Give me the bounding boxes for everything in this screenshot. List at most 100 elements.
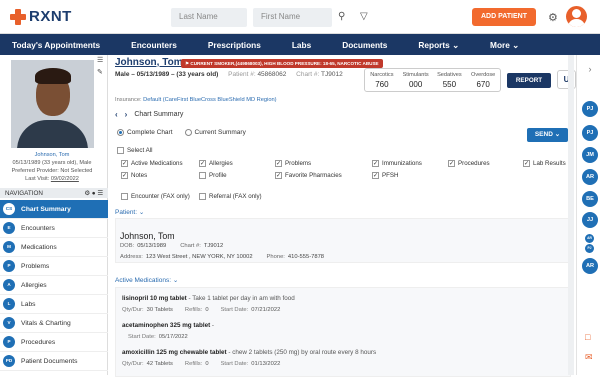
search-icon[interactable]: ⚲ xyxy=(338,11,345,22)
check-procedures[interactable]: ✓ Procedures xyxy=(448,160,490,167)
patient-alert-badge: ⚑ CURRENT SMOKER,(449868003), HIGH BLOOD… xyxy=(181,59,383,68)
nav-item-allergies[interactable]: A Allergies xyxy=(0,276,108,295)
nav-item-encounters[interactable]: E Encounters xyxy=(0,219,108,238)
patient-name-caption[interactable]: Johnson, Tom xyxy=(0,151,104,159)
nav-item-problems[interactable]: P Problems xyxy=(0,257,108,276)
rail-avatar-ar[interactable]: AR xyxy=(582,169,598,185)
nav-more[interactable]: More ⌄ xyxy=(490,40,519,50)
cross-logo-icon xyxy=(10,8,26,25)
med-item-acetaminophen-details: Start Date: 05/17/2022 xyxy=(128,334,188,340)
chart-summary-title: Chart Summary xyxy=(134,111,184,118)
nav-prescriptions[interactable]: Prescriptions xyxy=(208,40,261,50)
nav-encounters[interactable]: Encounters xyxy=(131,40,177,50)
nav-item-patient-documents[interactable]: PD Patient Documents xyxy=(0,352,108,371)
active-medications-toggle[interactable]: Active Medications: ⌄ xyxy=(115,276,178,284)
add-patient-button[interactable]: ADD PATIENT xyxy=(472,8,536,26)
last-name-input[interactable]: Last Name xyxy=(171,8,247,27)
med-item-amoxicillin: amoxicillin 125 mg chewable tablet - che… xyxy=(122,349,377,356)
chart-summary-header: ‹ › Chart Summary xyxy=(115,110,183,119)
check-notes[interactable]: ✓ Notes xyxy=(121,172,147,179)
patient-card-name: Johnson, Tom xyxy=(120,231,175,241)
first-name-input[interactable]: First Name xyxy=(253,8,332,27)
main-scrollbar[interactable] xyxy=(568,55,574,375)
main-nav: Today's Appointments Encounters Prescrip… xyxy=(0,34,600,55)
rail-avatar-jj[interactable]: JJ xyxy=(582,212,598,228)
check-lab-results[interactable]: ✓ Lab Results xyxy=(523,160,566,167)
chevron-down-icon: ⌄ xyxy=(172,277,179,284)
check-pfsh[interactable]: ✓ PFSH xyxy=(372,172,399,179)
stat-stimulants: Stimulants 000 xyxy=(402,72,429,89)
rail-avatar-pj-small[interactable]: PJ xyxy=(585,244,594,253)
patient-demographics: Male – 05/13/1989 – (33 years old) Patie… xyxy=(115,71,343,78)
last-visit: Last Visit: 09/02/2022 xyxy=(25,176,79,182)
collapse-arrow-icon[interactable]: › xyxy=(584,63,596,75)
nav-todays-appointments[interactable]: Today's Appointments xyxy=(12,40,100,50)
user-avatar[interactable] xyxy=(566,6,587,27)
rail-avatar-ar-2[interactable]: AR xyxy=(582,258,598,274)
nav-item-vitals[interactable]: V Vitals & Charting xyxy=(0,314,108,333)
right-rail: › PJ PJ JM AR BE JJ AR PJ AR □ ✉ xyxy=(576,55,600,375)
send-button[interactable]: SEND ⌄ xyxy=(527,128,568,142)
check-problems[interactable]: ✓ Problems xyxy=(275,160,311,167)
rail-avatar-pj-2[interactable]: PJ xyxy=(582,125,598,141)
panel-icon-column: ☰ ✎ xyxy=(97,55,108,85)
rail-avatar-pj[interactable]: PJ xyxy=(582,101,598,117)
med-item-lisinopril-details: Qty/Dur: 30 Tablets Refills: 0 Start Date: 07… xyxy=(122,307,281,313)
chat-icon[interactable]: □ xyxy=(585,332,590,342)
select-all-checkbox[interactable]: Select All xyxy=(117,147,152,154)
chevron-right-icon[interactable]: › xyxy=(125,110,128,119)
chevron-down-icon: ⌄ xyxy=(138,209,145,216)
patient-section-toggle[interactable]: Patient: ⌄ xyxy=(115,208,144,216)
med-item-amoxicillin-details: Qty/Dur: 42 Tablets Refills: 0 Start Date: 01… xyxy=(122,361,281,367)
med-item-lisinopril: lisinopril 10 mg tablet - Take 1 tablet … xyxy=(122,295,295,302)
report-button[interactable]: REPORT xyxy=(507,73,551,88)
edit-icon[interactable]: ✎ xyxy=(97,67,108,79)
medications-card: lisinopril 10 mg tablet - Take 1 tablet … xyxy=(115,287,571,377)
radio-current-summary[interactable]: Current Summary xyxy=(184,129,246,136)
patient-photo xyxy=(11,60,94,148)
nav-item-chart-summary[interactable]: CS Chart Summary xyxy=(0,200,108,219)
rail-avatar-ar-small[interactable]: AR xyxy=(585,234,594,243)
check-referral-fax[interactable]: Referral (FAX only) xyxy=(199,193,262,200)
patient-dob-caption: 05/13/1989 (33 years old), Male xyxy=(12,160,92,166)
chevron-left-icon[interactable]: ‹ xyxy=(115,110,118,119)
stat-narcotics: Narcotics 760 xyxy=(370,72,394,89)
rail-avatar-jm[interactable]: JM xyxy=(582,147,598,163)
check-active-medications[interactable]: ✓ Active Medications xyxy=(121,160,183,167)
preferred-provider: Preferred Provider: Not Selected xyxy=(11,168,93,174)
controlled-substance-stats: Narcotics 760 Stimulants 000 Sedatives 550 … xyxy=(364,68,501,92)
patient-card-address-phone: Address: 123 West Street , NEW YORK, NY 1… xyxy=(120,254,325,260)
navigation-header: NAVIGATION ⚙ ● ☰ xyxy=(0,188,108,198)
left-panel: Johnson, Tom 05/13/1989 (33 years old), … xyxy=(0,55,108,375)
patient-card: Johnson, Tom DOB: 05/13/1989 Chart #: TJ901… xyxy=(115,218,571,263)
check-favorite-pharmacies[interactable]: ✓ Favorite Pharmacies xyxy=(275,172,342,179)
nav-labs[interactable]: Labs xyxy=(292,40,311,50)
check-allergies[interactable]: ✓ Allergies xyxy=(199,160,233,167)
list-icon[interactable]: ☰ xyxy=(97,55,108,67)
stat-overdose: Overdose 670 xyxy=(470,72,496,89)
nav-reports[interactable]: Reports ⌄ xyxy=(418,40,459,50)
chart-mode-radios: Complete Chart Current Summary xyxy=(117,129,246,136)
nav-item-procedures[interactable]: P Procedures xyxy=(0,333,108,352)
message-icon[interactable]: ✉ xyxy=(585,352,593,363)
stat-sedatives: Sedatives 550 xyxy=(437,72,462,89)
nav-item-medications[interactable]: M Medications xyxy=(0,238,108,257)
med-item-acetaminophen: acetaminophen 325 mg tablet - xyxy=(122,322,215,329)
nav-documents[interactable]: Documents xyxy=(342,40,387,50)
brand-name: RXNT xyxy=(29,8,72,25)
rxnt-logo[interactable]: RXNT xyxy=(10,8,72,25)
top-bar: RXNT Last Name First Name ⚲ ▽ ADD PATIEN… xyxy=(0,0,600,34)
patient-name[interactable]: Johnson, Tom xyxy=(115,57,183,68)
patient-card-dob-chart: DOB: 05/13/1989 Chart #: TJ9012 xyxy=(120,243,224,249)
filter-icon[interactable]: ▽ xyxy=(360,11,368,22)
check-encounter-fax[interactable]: Encounter (FAX only) xyxy=(121,193,190,200)
check-immunizations[interactable]: ✓ Immunizations xyxy=(372,160,422,167)
radio-complete-chart[interactable]: Complete Chart xyxy=(117,129,173,136)
patient-photo-info: Johnson, Tom 05/13/1989 (33 years old), … xyxy=(0,151,104,183)
insurance-line: Insurance: Default (CareFirst BlueCross … xyxy=(115,97,277,103)
gear-icon[interactable]: ⚙ xyxy=(548,11,558,24)
navigation-tools-icons[interactable]: ⚙ ● ☰ xyxy=(84,190,103,197)
rail-avatar-be[interactable]: BE xyxy=(582,191,598,207)
nav-item-labs[interactable]: L Labs xyxy=(0,295,108,314)
check-profile[interactable]: Profile xyxy=(199,172,227,179)
